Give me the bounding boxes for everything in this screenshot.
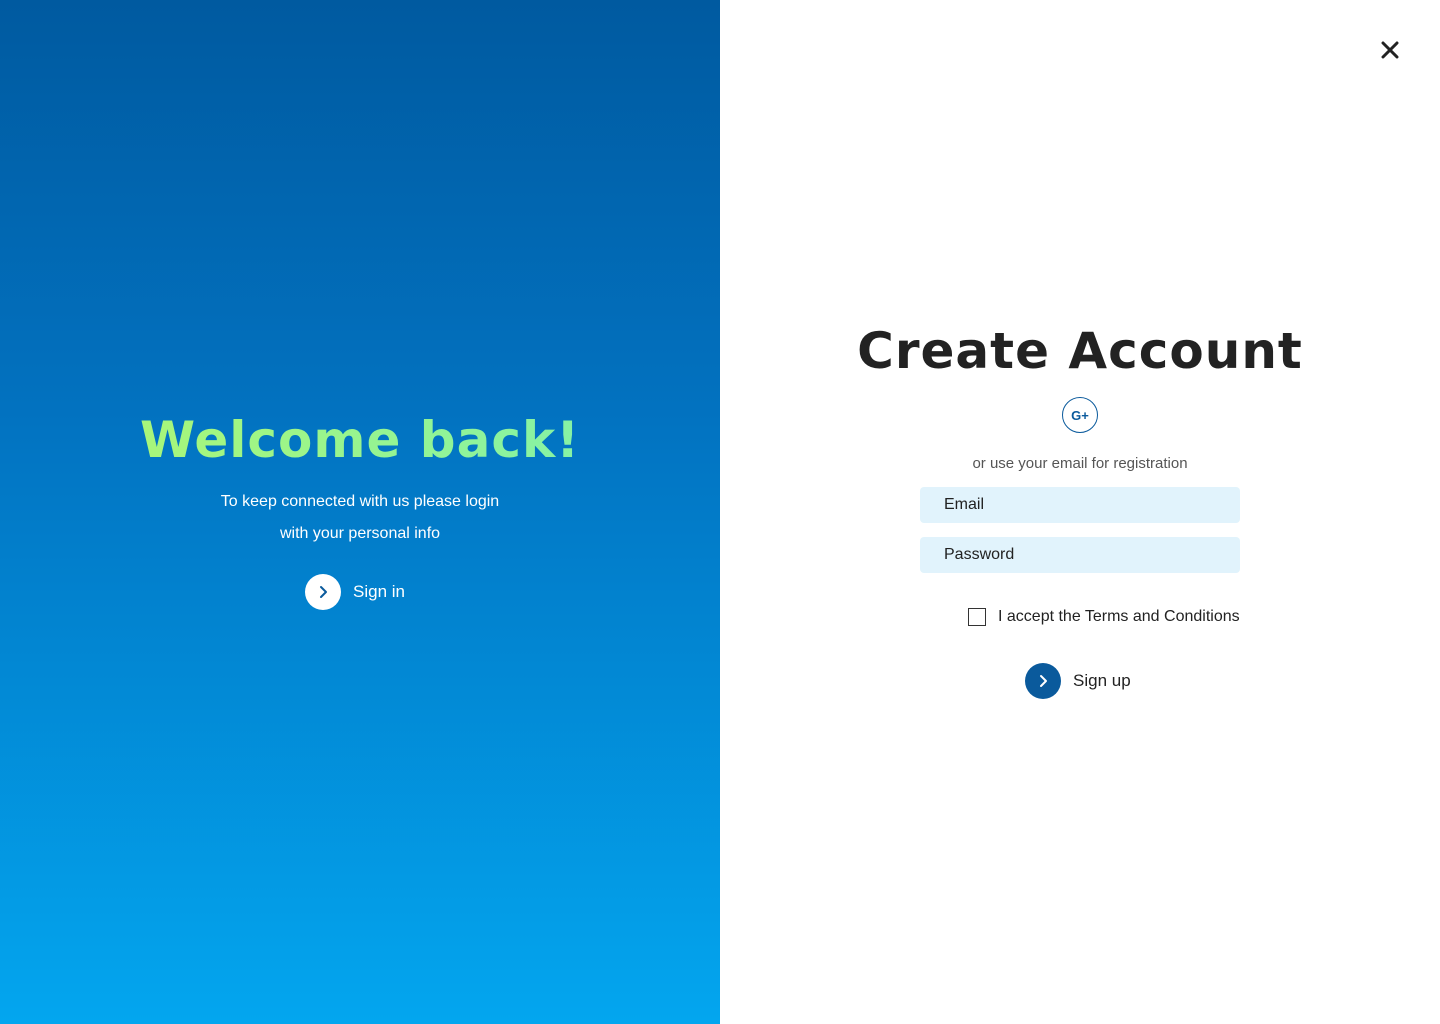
sign-in-label[interactable]: Sign in (353, 582, 405, 602)
sign-in-button[interactable]: Sign in (305, 574, 405, 610)
sign-up-button[interactable]: Sign up (1025, 663, 1131, 699)
welcome-subtitle: To keep connected with us please login w… (0, 486, 720, 550)
create-account-panel: Create Account G+ or use your email for … (720, 0, 1440, 1024)
welcome-subtitle-line1: To keep connected with us please login (220, 493, 500, 510)
registration-hint: or use your email for registration (972, 455, 1188, 472)
password-field[interactable] (920, 537, 1240, 573)
create-account-title: Create Account (857, 322, 1303, 380)
close-icon (1381, 41, 1399, 59)
email-field[interactable] (920, 487, 1240, 523)
google-plus-button[interactable]: G+ (1062, 397, 1098, 433)
sign-up-label[interactable]: Sign up (1073, 671, 1131, 691)
welcome-panel: Welcome back! To keep connected with us … (0, 0, 720, 1024)
terms-label[interactable]: I accept the Terms and Conditions (998, 608, 1240, 626)
chevron-right-icon (320, 586, 327, 598)
close-button[interactable] (1378, 38, 1402, 62)
terms-row: I accept the Terms and Conditions (968, 608, 1240, 626)
welcome-subtitle-line2: with your personal info (279, 525, 441, 542)
sign-in-circle[interactable] (305, 574, 341, 610)
welcome-title: Welcome back! (0, 408, 720, 472)
sign-up-circle[interactable] (1025, 663, 1061, 699)
chevron-right-icon (1040, 675, 1047, 687)
terms-checkbox[interactable] (968, 608, 986, 626)
auth-page: Welcome back! To keep connected with us … (0, 0, 1440, 1024)
google-plus-icon: G+ (1071, 407, 1089, 423)
